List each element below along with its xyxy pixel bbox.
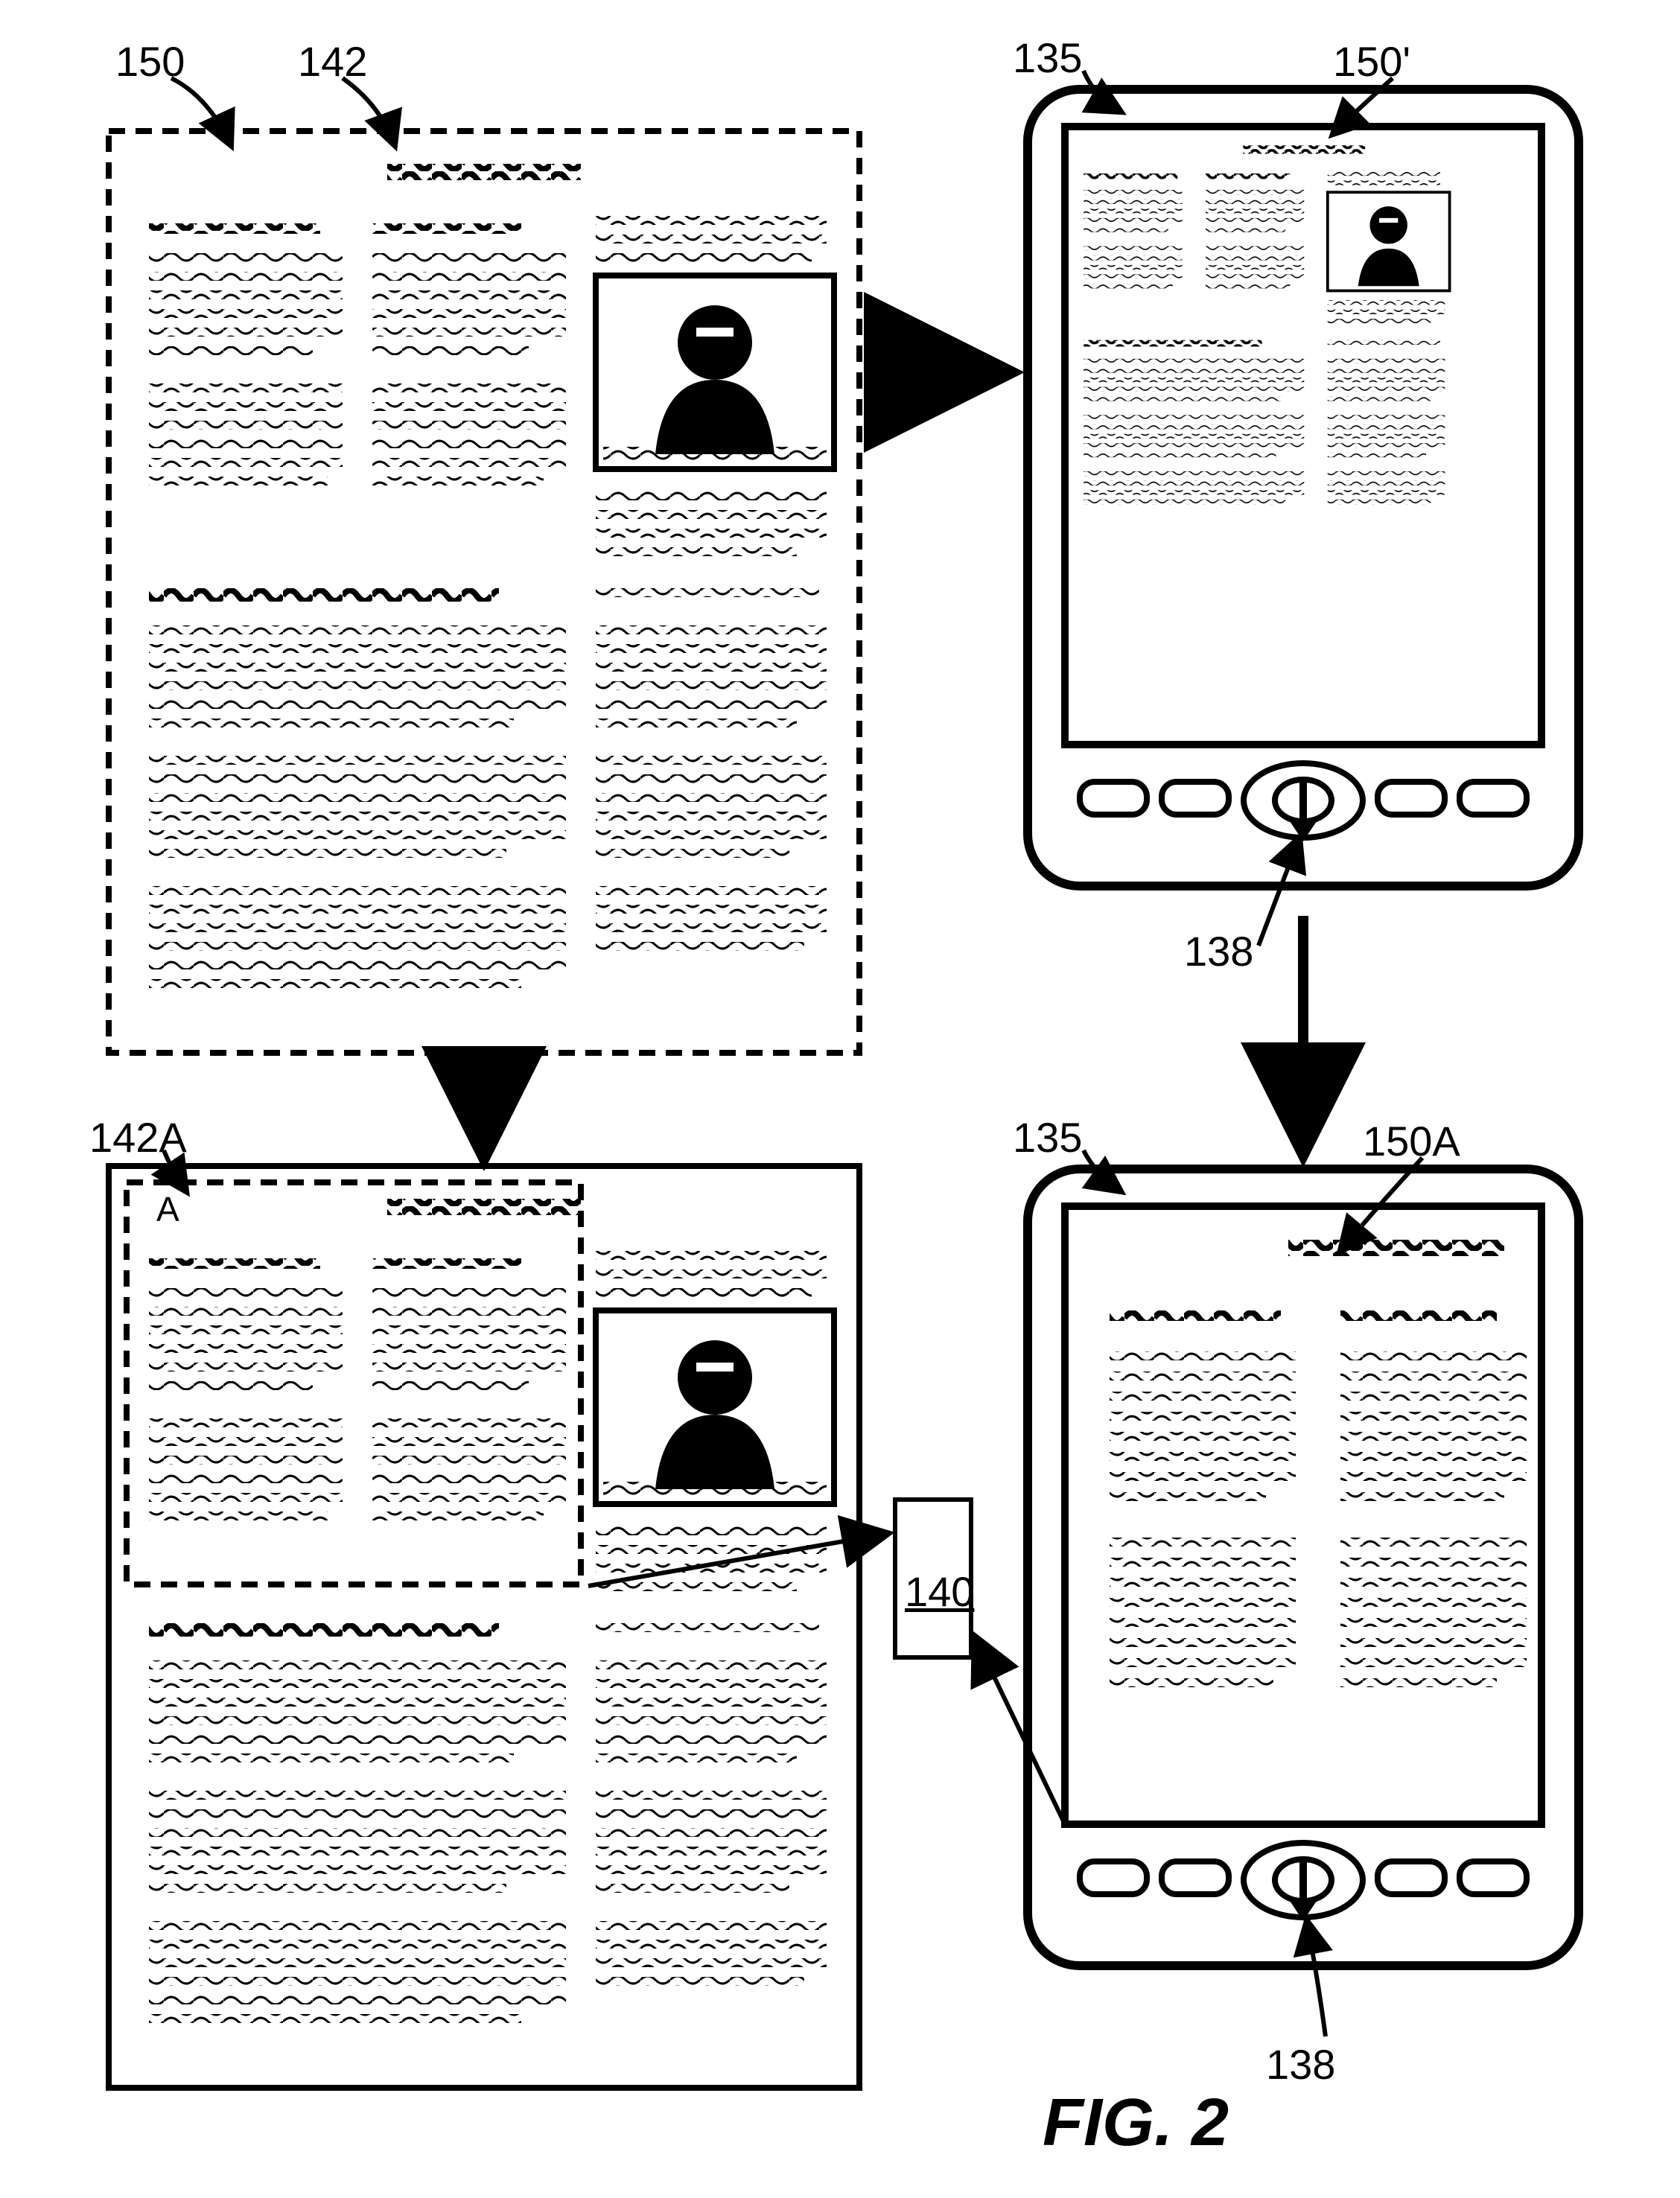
- label-150: 150: [115, 37, 185, 86]
- label-140: 140: [905, 1567, 974, 1616]
- label-leaders: [0, 0, 1680, 2198]
- label-142A: 142A: [89, 1113, 187, 1162]
- label-150A: 150A: [1363, 1117, 1460, 1165]
- label-142: 142: [298, 37, 367, 86]
- figure-label: FIG. 2: [1043, 2085, 1229, 2162]
- label-150prime: 150': [1333, 37, 1410, 86]
- label-135-bottom: 135: [1013, 1113, 1082, 1162]
- label-138-bottom: 138: [1266, 2040, 1335, 2089]
- label-135-top: 135: [1013, 34, 1082, 82]
- label-138-top: 138: [1184, 927, 1253, 975]
